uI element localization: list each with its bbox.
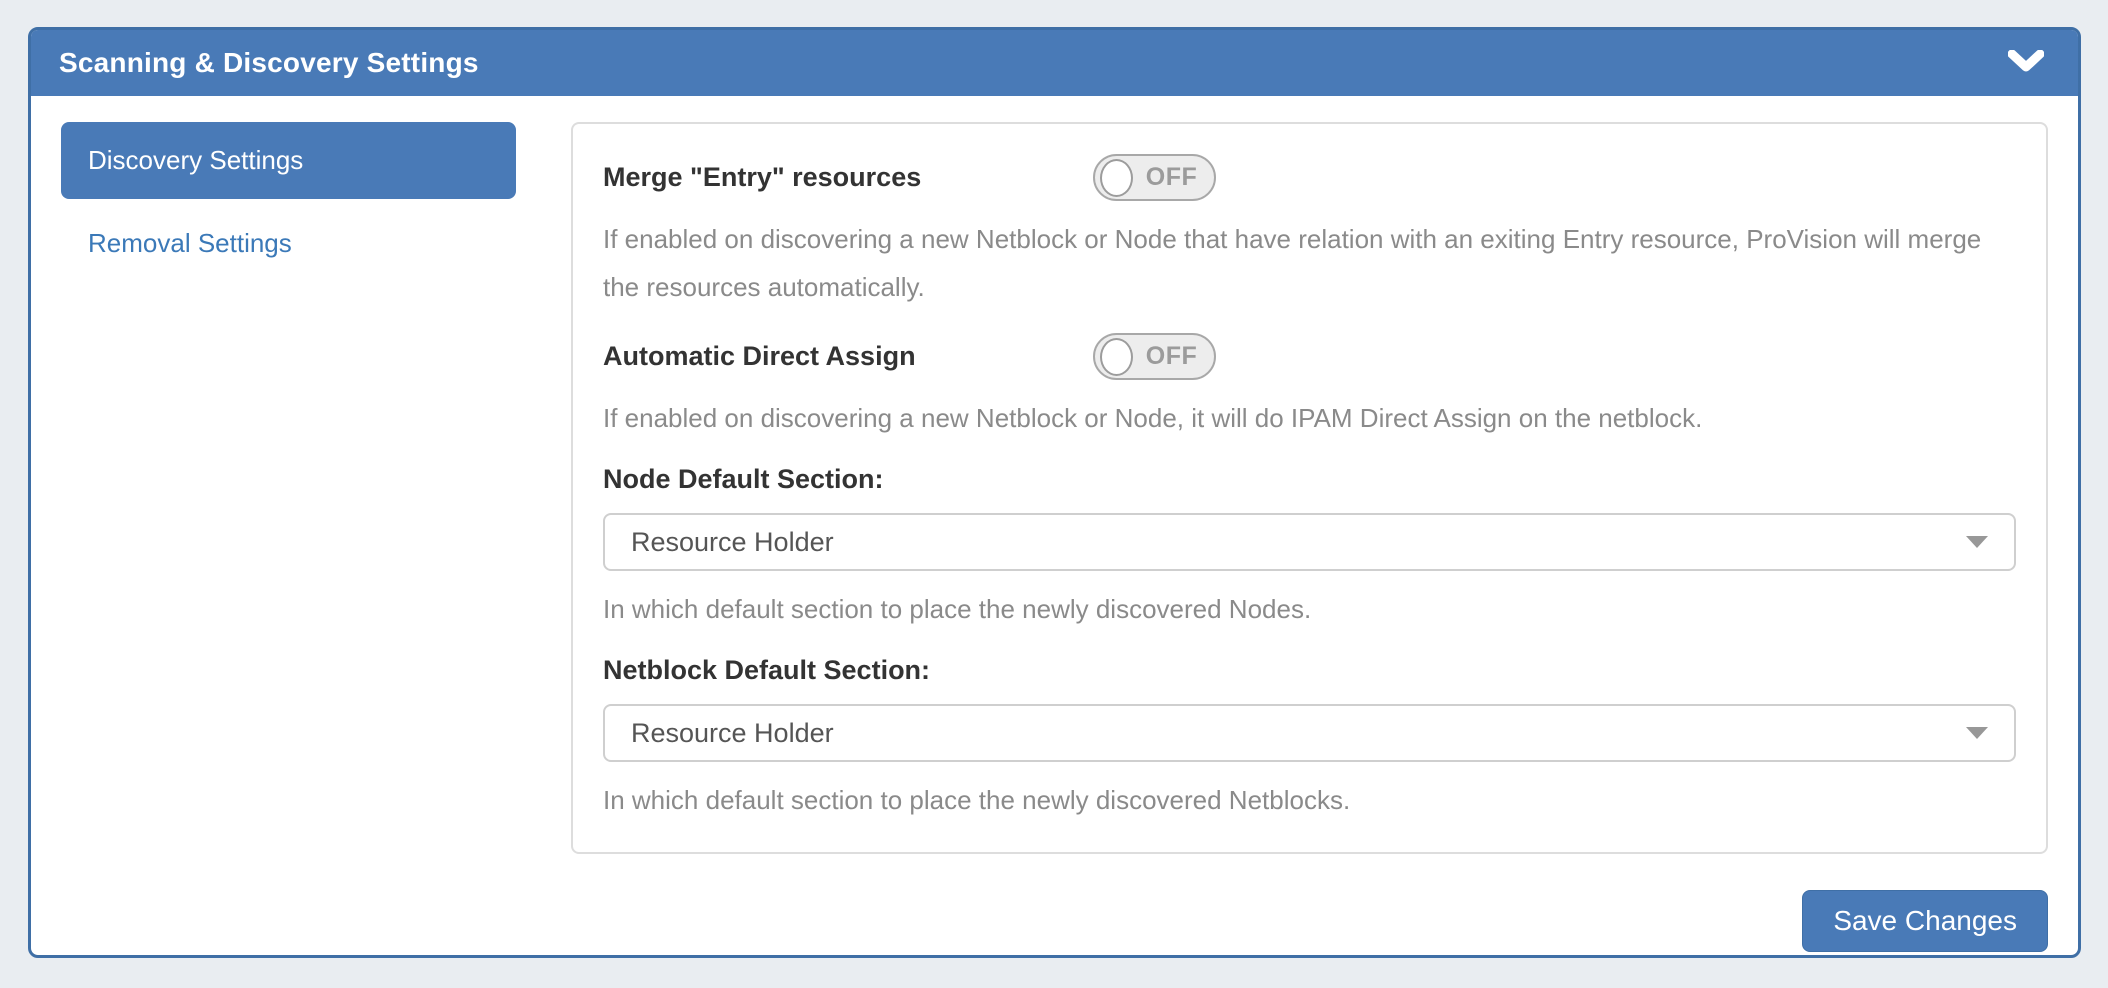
automatic-direct-assign-label: Automatic Direct Assign: [603, 333, 1093, 380]
node-default-section-description: In which default section to place the ne…: [603, 585, 2016, 633]
node-default-section-label: Node Default Section:: [603, 464, 2016, 495]
sidebar-item-discovery-settings[interactable]: Discovery Settings: [61, 122, 516, 199]
automatic-direct-assign-description: If enabled on discovering a new Netblock…: [603, 394, 2016, 442]
toggle-knob-icon: [1100, 159, 1133, 197]
chevron-down-icon: [2008, 50, 2044, 77]
toggle-state-label: OFF: [1133, 342, 1214, 371]
sidebar-item-label: Discovery Settings: [88, 145, 303, 175]
sidebar-item-label: Removal Settings: [88, 228, 292, 258]
caret-down-icon: [1966, 536, 1988, 548]
automatic-direct-assign-toggle[interactable]: OFF: [1093, 333, 1216, 380]
automatic-direct-assign-row: Automatic Direct Assign OFF: [603, 333, 2016, 380]
netblock-default-section-select[interactable]: Resource Holder: [603, 704, 2016, 762]
merge-entry-resources-toggle[interactable]: OFF: [1093, 154, 1216, 201]
save-row: Save Changes: [571, 890, 2048, 952]
page-title: Scanning & Discovery Settings: [59, 47, 479, 79]
save-changes-button[interactable]: Save Changes: [1802, 890, 2048, 952]
scanning-discovery-settings-card: Scanning & Discovery Settings Discovery …: [28, 27, 2081, 958]
discovery-settings-panel: Merge "Entry" resources OFF If enabled o…: [571, 122, 2048, 854]
card-header: Scanning & Discovery Settings: [31, 30, 2078, 96]
toggle-state-label: OFF: [1133, 163, 1214, 192]
merge-entry-resources-description: If enabled on discovering a new Netblock…: [603, 215, 2016, 311]
card-body: Discovery Settings Removal Settings Merg…: [31, 96, 2078, 952]
selected-value: Resource Holder: [631, 718, 834, 749]
netblock-default-section-label: Netblock Default Section:: [603, 655, 2016, 686]
node-default-section-select[interactable]: Resource Holder: [603, 513, 2016, 571]
settings-sidebar: Discovery Settings Removal Settings: [61, 122, 516, 282]
sidebar-item-removal-settings[interactable]: Removal Settings: [61, 205, 516, 282]
content-wrap: Merge "Entry" resources OFF If enabled o…: [571, 122, 2048, 952]
merge-entry-resources-row: Merge "Entry" resources OFF: [603, 154, 2016, 201]
toggle-knob-icon: [1100, 338, 1133, 376]
merge-entry-resources-label: Merge "Entry" resources: [603, 154, 1093, 201]
netblock-default-section-description: In which default section to place the ne…: [603, 776, 2016, 824]
selected-value: Resource Holder: [631, 527, 834, 558]
caret-down-icon: [1966, 727, 1988, 739]
collapse-panel-button[interactable]: [2008, 50, 2044, 77]
